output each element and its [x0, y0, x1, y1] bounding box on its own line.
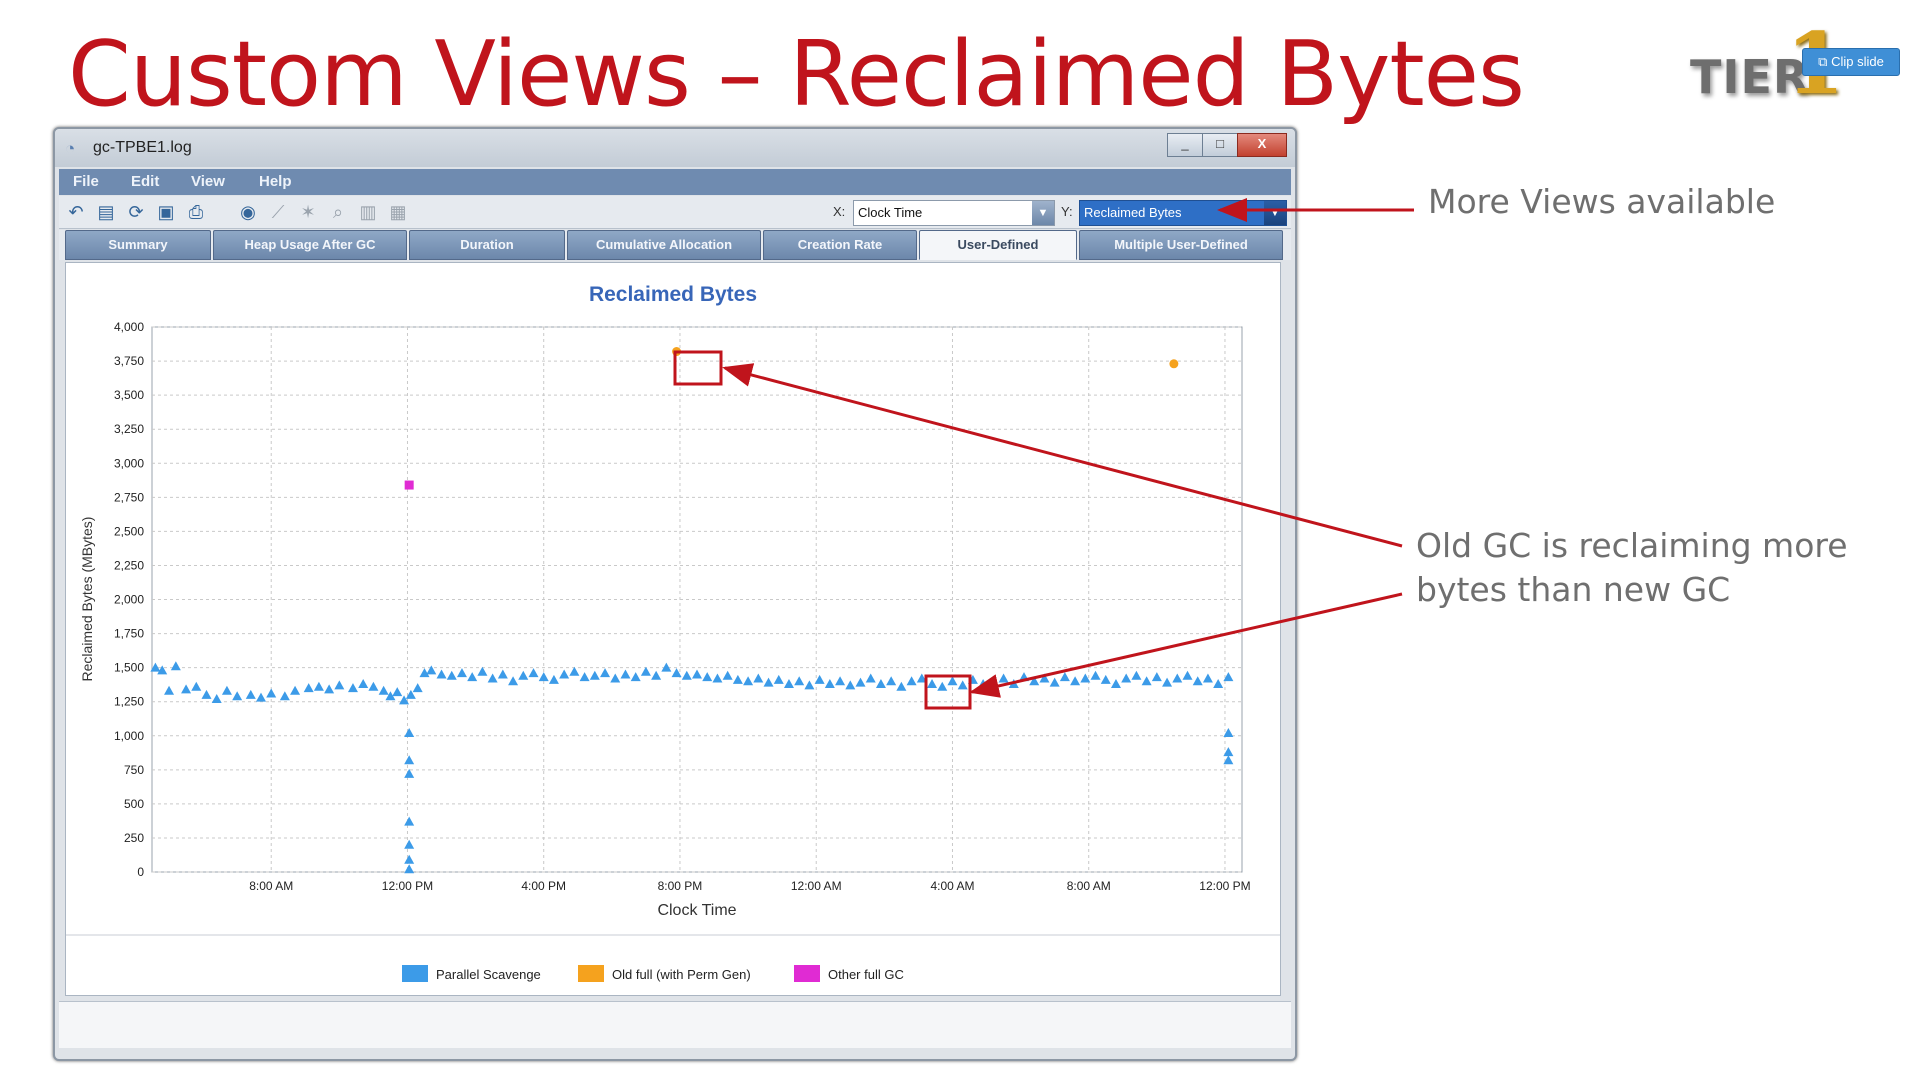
x-axis-ticks: 8:00 AM 12:00 PM 4:00 PM 8:00 PM 12:00 AM 4:0…	[249, 879, 1250, 893]
chart-legend: Parallel Scavenge Old full (with Perm Gen…	[402, 965, 904, 982]
y-tick-label: 250	[124, 831, 144, 845]
y-tick-label: 3,250	[114, 422, 144, 436]
tab-user-defined[interactable]: User-Defined	[919, 230, 1077, 260]
legend-swatch	[794, 965, 820, 982]
callout-old-gc-line1: Old GC is reclaiming more	[1416, 526, 1848, 565]
menu-help[interactable]: Help	[259, 173, 292, 190]
x-tick-label: 4:00 PM	[521, 879, 566, 893]
globe-icon[interactable]: ◉	[237, 201, 259, 223]
legend-label: Old full (with Perm Gen)	[612, 967, 751, 982]
tab-duration[interactable]: Duration	[409, 230, 565, 260]
x-tick-label: 12:00 PM	[382, 879, 433, 893]
legend-label: Parallel Scavenge	[436, 967, 541, 982]
open-icon[interactable]: ▤	[95, 201, 117, 223]
y-tick-label: 1,000	[114, 729, 144, 743]
window-titlebar[interactable]: ◔ gc-TPBE1.log _ □ X	[55, 129, 1295, 167]
chart-title: Reclaimed Bytes	[589, 283, 757, 306]
y-tick-label: 3,000	[114, 456, 144, 470]
maximize-button[interactable]: □	[1202, 133, 1238, 157]
chart-alt-icon[interactable]: ▦	[387, 201, 409, 223]
window-title: gc-TPBE1.log	[93, 139, 192, 156]
tab-summary[interactable]: Summary	[65, 230, 211, 260]
y-axis-value: Reclaimed Bytes	[1084, 205, 1182, 220]
tier1-logo: TIER 1 ⧉ Clip slide	[1690, 14, 1900, 114]
y-axis-label: Y:	[1061, 204, 1073, 219]
y-tick-label: 4,000	[114, 320, 144, 334]
other-full-point	[404, 480, 414, 490]
chart-icon[interactable]: ▥	[357, 201, 379, 223]
x-tick-label: 8:00 PM	[658, 879, 703, 893]
x-axis-label: X:	[833, 204, 846, 219]
y-axis-ticks: 0 250 500 750 1,000 1,250 1,500 1,750 2,000 2,250…	[114, 320, 144, 879]
y-tick-label: 3,500	[114, 388, 144, 402]
y-tick-label: 2,000	[114, 593, 144, 607]
minimize-button[interactable]: _	[1167, 133, 1203, 157]
undo-icon[interactable]: ↶	[65, 201, 87, 223]
x-axis-select[interactable]: Clock Time ▼	[853, 200, 1055, 226]
x-axis-value: Clock Time	[858, 205, 923, 220]
y-tick-label: 1,250	[114, 695, 144, 709]
window-controls: _ □ X	[1167, 133, 1287, 157]
chevron-down-icon[interactable]: ▼	[1032, 201, 1054, 225]
refresh-icon[interactable]: ⟳	[125, 201, 147, 223]
menu-file[interactable]: File	[73, 173, 99, 190]
menu-bar: File Edit View Help	[59, 169, 1291, 195]
x-tick-label: 4:00 AM	[930, 879, 974, 893]
slide-title: Custom Views – Reclaimed Bytes	[68, 22, 1525, 127]
old-full-point	[672, 347, 682, 357]
status-bar	[59, 1001, 1291, 1048]
close-button[interactable]: X	[1237, 133, 1287, 157]
tab-creation-rate[interactable]: Creation Rate	[763, 230, 917, 260]
clip-slide-label: Clip slide	[1831, 54, 1884, 69]
legend-swatch	[402, 965, 428, 982]
x-tick-label: 8:00 AM	[1067, 879, 1111, 893]
print-icon[interactable]: ⎙	[185, 201, 207, 223]
toolbar: ↶ ▤ ⟳ ▣ ⎙ ◉ ⟋ ✶ ⌕ ▥ ▦ X: Clock Time ▼ Y:…	[59, 196, 1291, 229]
app-window: ◔ gc-TPBE1.log _ □ X File Edit View Help…	[53, 127, 1297, 1061]
y-tick-label: 500	[124, 797, 144, 811]
y-tick-label: 2,500	[114, 524, 144, 538]
y-tick-label: 2,250	[114, 558, 144, 572]
menu-edit[interactable]: Edit	[131, 173, 159, 190]
callout-old-gc-line2: bytes than new GC	[1416, 570, 1731, 609]
legend-label: Other full GC	[828, 967, 904, 982]
legend-swatch	[578, 965, 604, 982]
tab-heap-usage[interactable]: Heap Usage After GC	[213, 230, 407, 260]
y-tick-label: 1,750	[114, 627, 144, 641]
chart-panel: Reclaimed Bytes 0 250 500 750 1,000 1,250 1,50…	[65, 262, 1281, 996]
y-tick-label: 3,750	[114, 354, 144, 368]
menu-view[interactable]: View	[191, 173, 225, 190]
x-tick-label: 12:00 PM	[1199, 879, 1250, 893]
x-tick-label: 8:00 AM	[249, 879, 293, 893]
clip-slide-button[interactable]: ⧉ Clip slide	[1802, 48, 1900, 76]
y-tick-label: 2,750	[114, 490, 144, 504]
app-icon: ◔	[65, 139, 76, 158]
save-icon[interactable]: ▣	[155, 201, 177, 223]
callout-more-views: More Views available	[1428, 182, 1776, 221]
tab-multiple-user-defined[interactable]: Multiple User-Defined	[1079, 230, 1283, 260]
zoom-icon[interactable]: ⌕	[327, 201, 349, 223]
magic-icon[interactable]: ✶	[297, 201, 319, 223]
clip-icon: ⧉	[1818, 54, 1832, 69]
y-axis-select[interactable]: Reclaimed Bytes ▼	[1079, 200, 1287, 226]
y-tick-label: 1,500	[114, 661, 144, 675]
x-axis-title: Clock Time	[657, 902, 736, 919]
reclaimed-bytes-chart: Reclaimed Bytes 0 250 500 750 1,000 1,250 1,50…	[66, 283, 1280, 982]
view-tabs: Summary Heap Usage After GC Duration Cum…	[59, 230, 1291, 260]
y-axis-title: Reclaimed Bytes (MBytes)	[79, 517, 95, 682]
y-tick-label: 0	[137, 865, 144, 879]
tab-cumulative-allocation[interactable]: Cumulative Allocation	[567, 230, 761, 260]
wand-icon[interactable]: ⟋	[267, 201, 289, 223]
x-tick-label: 12:00 AM	[791, 879, 842, 893]
y-tick-label: 750	[124, 763, 144, 777]
chevron-down-icon[interactable]: ▼	[1264, 201, 1286, 225]
old-full-point	[1169, 359, 1179, 369]
